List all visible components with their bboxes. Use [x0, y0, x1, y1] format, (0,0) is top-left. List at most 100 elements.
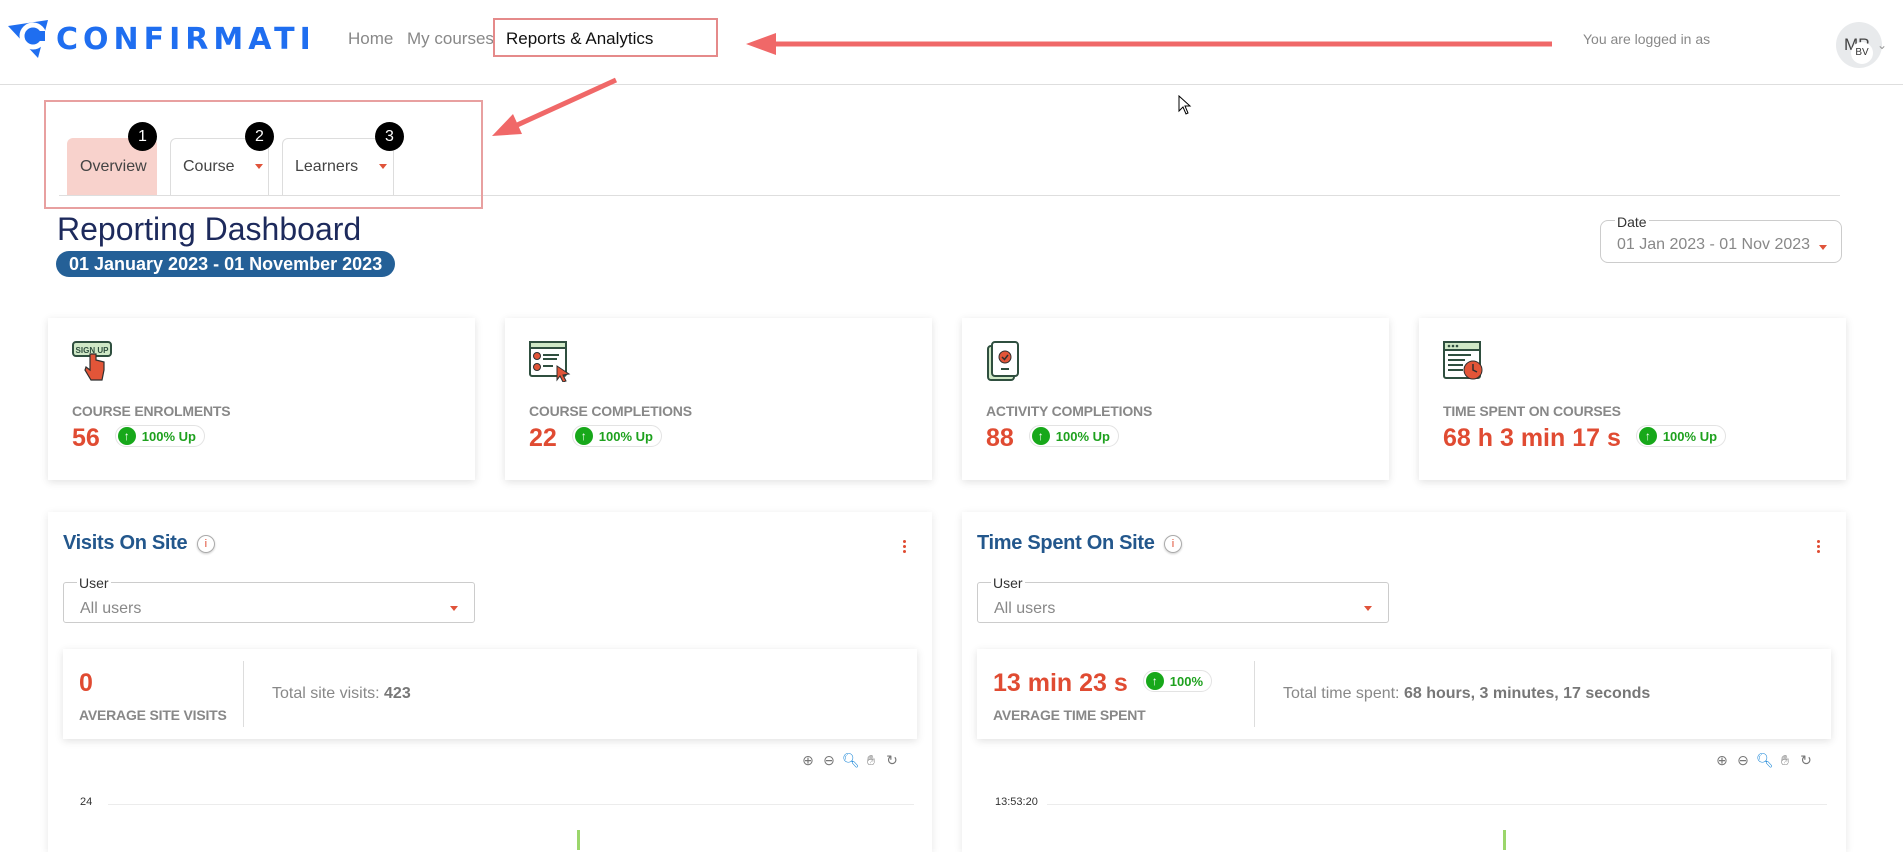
trend-badge: ↑ 100% Up: [1635, 425, 1727, 448]
more-options-icon[interactable]: [903, 540, 907, 554]
card-value: 68 h 3 min 17 s ↑ 100% Up: [1443, 424, 1727, 453]
card-label: TIME SPENT ON COURSES: [1443, 403, 1621, 419]
nav-reports-analytics[interactable]: Reports & Analytics: [506, 29, 653, 49]
info-icon[interactable]: i: [196, 534, 215, 553]
card-value-text: 56: [72, 424, 100, 452]
card-label: COURSE ENROLMENTS: [72, 403, 231, 419]
pan-icon[interactable]: ✋︎: [1777, 752, 1793, 769]
user-select-label: User: [77, 575, 111, 591]
chart-gridline: [108, 804, 914, 805]
date-select-label: Date: [1615, 214, 1649, 230]
time-browser-icon: [1443, 340, 1485, 382]
trend-text: 100% Up: [598, 428, 653, 444]
total-value: 423: [384, 685, 411, 702]
trend-badge: ↑ 100%: [1142, 670, 1213, 693]
stat-divider: [243, 661, 244, 727]
average-time-spent-value: 13 min 23 s ↑ 100%: [993, 669, 1213, 698]
average-time-spent-label: AVERAGE TIME SPENT: [993, 707, 1146, 723]
trend-text: 100%: [1169, 673, 1204, 689]
step-badge-1: 1: [128, 122, 157, 151]
card-value-text: 88: [986, 424, 1014, 452]
panel-title-text: Time Spent On Site: [977, 532, 1155, 554]
date-select-value: 01 Jan 2023 - 01 Nov 2023: [1617, 236, 1811, 253]
total-site-visits: Total site visits: 423: [272, 685, 411, 703]
more-options-icon[interactable]: [1817, 540, 1821, 554]
step-badge-3: 3: [375, 122, 404, 151]
average-time-spent-text: 13 min 23 s: [993, 669, 1128, 697]
sign-up-icon: SIGN UP: [72, 340, 114, 382]
tabs-highlight-box: [44, 100, 483, 209]
avatar-badge: BV: [1851, 42, 1873, 64]
stat-summary: 0 AVERAGE SITE VISITS Total site visits:…: [63, 649, 917, 739]
chart-line-spike: [1503, 830, 1506, 850]
arrow-up-icon: ↑: [1145, 672, 1164, 691]
y-axis-tick: 24: [80, 796, 93, 808]
stat-summary: 13 min 23 s ↑ 100% AVERAGE TIME SPENT Tot…: [977, 649, 1831, 739]
pan-icon[interactable]: ✋︎: [863, 752, 879, 769]
reset-icon[interactable]: ↻: [1798, 752, 1814, 769]
arrow-up-icon: ↑: [1638, 427, 1657, 446]
total-time-spent: Total time spent: 68 hours, 3 minutes, 1…: [1283, 685, 1650, 703]
page-title: Reporting Dashboard: [57, 211, 362, 247]
zoom-out-icon[interactable]: ⊖: [1735, 752, 1751, 769]
nav-my-courses[interactable]: My courses: [407, 29, 494, 49]
date-range-pill: 01 January 2023 - 01 November 2023: [56, 251, 396, 277]
caret-down-icon: [1364, 606, 1372, 611]
reset-icon[interactable]: ↻: [884, 752, 900, 769]
average-site-visits-value: 0: [79, 669, 93, 697]
user-select[interactable]: User All users: [63, 575, 475, 623]
card-value-text: 22: [529, 424, 557, 452]
step-badge-2: 2: [245, 122, 274, 151]
user-select-value: All users: [80, 600, 142, 617]
card-activity-completions: ACTIVITY COMPLETIONS 88 ↑ 100% Up: [962, 318, 1389, 480]
trend-text: 100% Up: [1055, 428, 1110, 444]
selection-zoom-icon[interactable]: 🔍︎: [1756, 752, 1774, 769]
panel-title: Visits On Site i: [63, 532, 215, 555]
card-value-text: 68 h 3 min 17 s: [1443, 424, 1621, 452]
arrow-up-icon: ↑: [117, 427, 136, 446]
course-checklist-icon: [529, 340, 571, 383]
card-value: 22 ↑ 100% Up: [529, 424, 662, 453]
trend-text: 100% Up: [1662, 428, 1718, 444]
user-select-value: All users: [994, 600, 1056, 617]
total-label: Total site visits:: [272, 685, 385, 702]
arrow-up-icon: ↑: [574, 427, 593, 446]
panel-time-spent-on-site: Time Spent On Site i User All users 13 m…: [962, 512, 1846, 852]
total-value: 68 hours, 3 minutes, 17 seconds: [1403, 685, 1651, 702]
arrow-to-tabs: [492, 77, 618, 136]
chart-toolbar: ⊕ ⊖ 🔍︎ ✋︎ ↻: [1714, 752, 1814, 769]
trend-badge: ↑ 100% Up: [114, 425, 205, 448]
confirmation-logo[interactable]: CONFIRMATION: [8, 18, 371, 60]
chart-gridline: [1047, 804, 1827, 805]
zoom-in-icon[interactable]: ⊕: [1714, 752, 1730, 769]
date-range-select[interactable]: Date 01 Jan 2023 - 01 Nov 2023: [1600, 214, 1842, 263]
trend-badge: ↑ 100% Up: [1028, 425, 1119, 448]
stat-divider: [1254, 661, 1255, 727]
card-label: ACTIVITY COMPLETIONS: [986, 403, 1153, 419]
panel-visits-on-site: Visits On Site i User All users 0 AVERAG…: [48, 512, 932, 852]
average-site-visits-label: AVERAGE SITE VISITS: [79, 707, 227, 723]
mouse-cursor-icon: [1178, 95, 1192, 115]
card-time-spent-on-courses: TIME SPENT ON COURSES 68 h 3 min 17 s ↑ 1…: [1419, 318, 1846, 480]
trend-badge: ↑ 100% Up: [571, 425, 662, 448]
top-navbar: CONFIRMATION Home My courses Reports & A…: [0, 0, 1903, 85]
logo-text: CONFIRMATION: [56, 22, 313, 57]
zoom-in-icon[interactable]: ⊕: [800, 752, 816, 769]
caret-down-icon: [450, 606, 458, 611]
chevron-down-icon: ⌄: [1877, 38, 1888, 52]
selection-zoom-icon[interactable]: 🔍︎: [842, 752, 860, 769]
user-select[interactable]: User All users: [977, 575, 1389, 623]
user-avatar[interactable]: MP BV ⌄: [1836, 22, 1887, 68]
chart-line-spike: [577, 830, 580, 850]
nav-home[interactable]: Home: [348, 29, 393, 49]
card-label: COURSE COMPLETIONS: [529, 403, 692, 419]
trend-text: 100% Up: [141, 428, 196, 444]
info-icon[interactable]: i: [1163, 534, 1182, 553]
y-axis-tick: 13:53:20: [995, 796, 1038, 808]
zoom-out-icon[interactable]: ⊖: [821, 752, 837, 769]
arrow-up-icon: ↑: [1031, 427, 1050, 446]
panel-title-text: Visits On Site: [63, 532, 188, 554]
card-course-enrolments: SIGN UP COURSE ENROLMENTS 56 ↑ 100% Up: [48, 318, 475, 480]
card-value: 56 ↑ 100% Up: [72, 424, 205, 453]
card-course-completions: COURSE COMPLETIONS 22 ↑ 100% Up: [505, 318, 932, 480]
